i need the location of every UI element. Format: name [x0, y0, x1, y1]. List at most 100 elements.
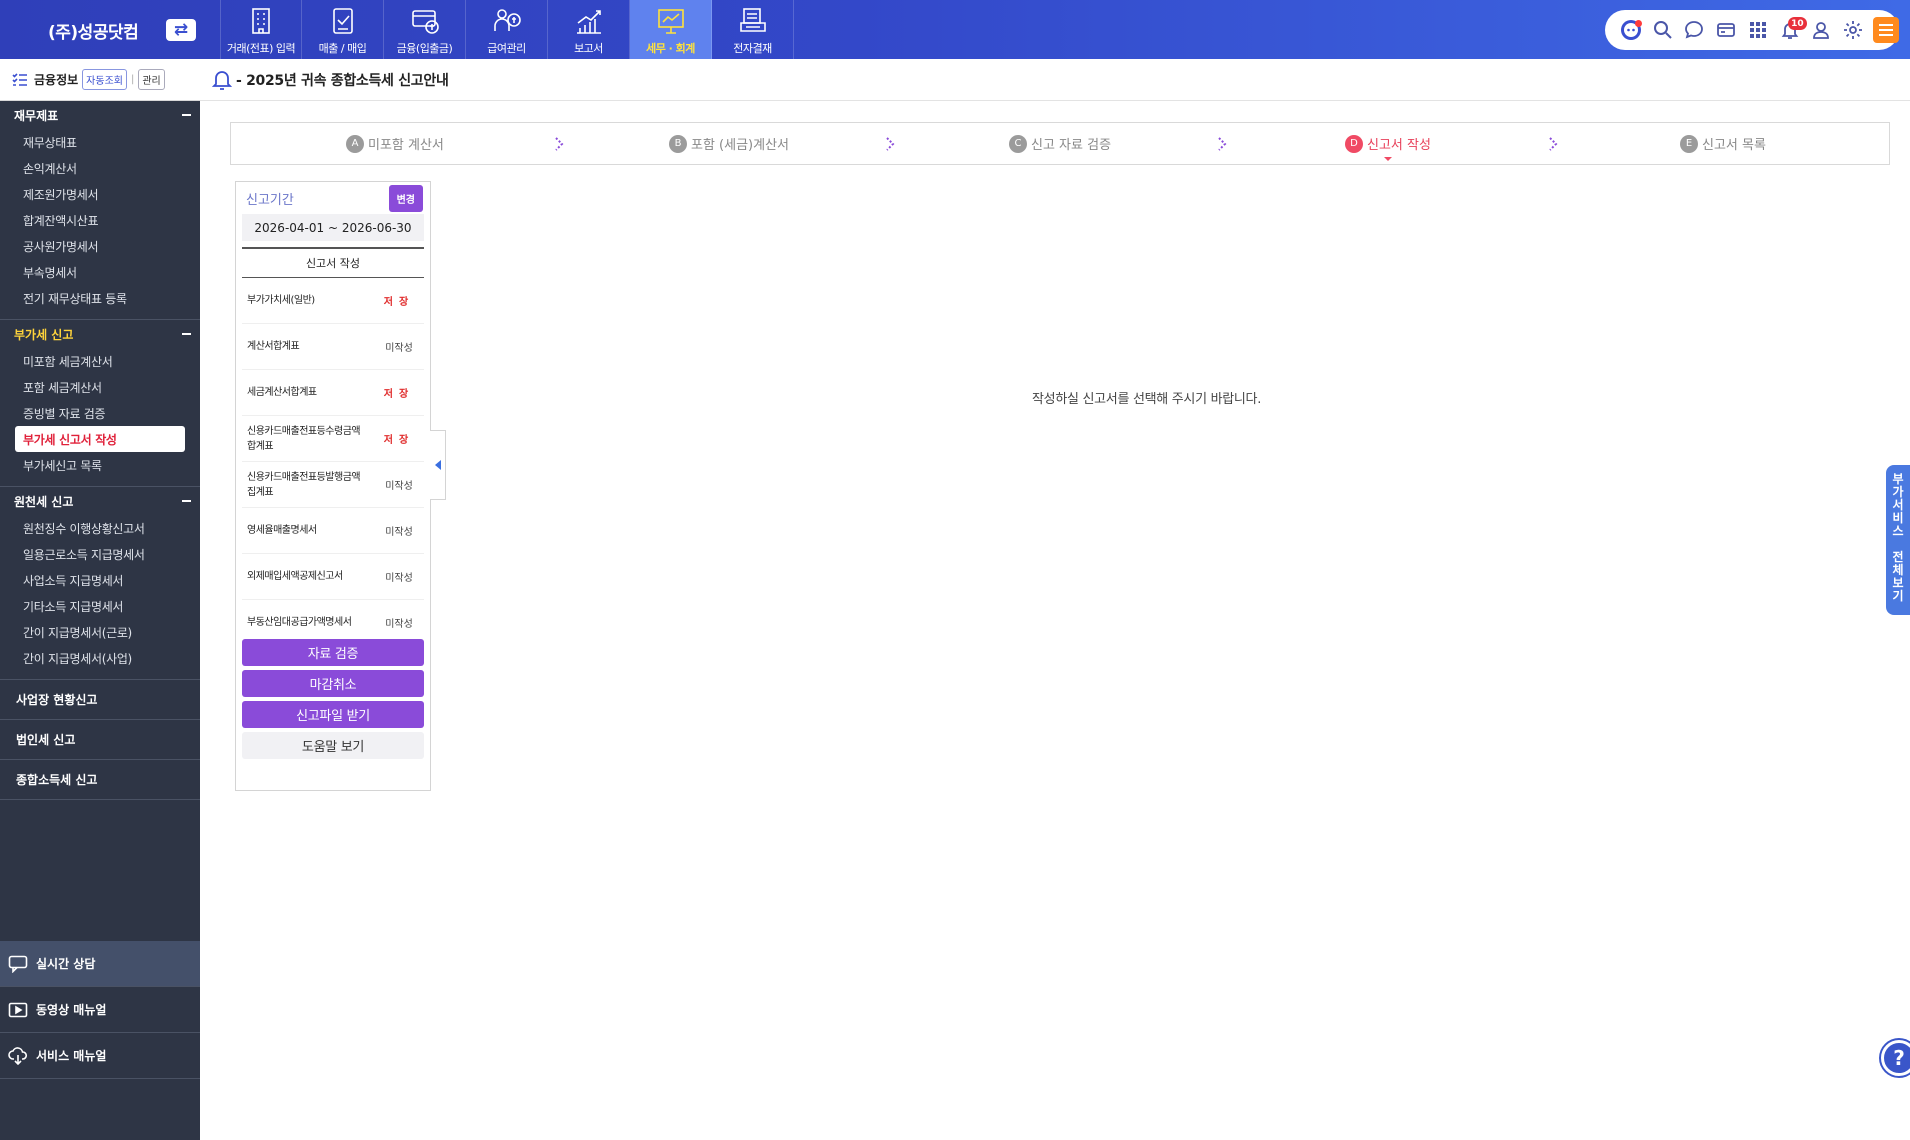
sidebar-item-income-statement[interactable]: 손익계산서: [0, 155, 200, 181]
search-button[interactable]: [1647, 14, 1679, 46]
list-item[interactable]: 부가가치세(일반) 저장: [242, 278, 424, 324]
nav-e-approval[interactable]: 전자결재: [712, 0, 794, 59]
sidebar-item-trial-balance[interactable]: 합계잔액시산표: [0, 207, 200, 233]
settings-button[interactable]: [1837, 14, 1869, 46]
list-item[interactable]: 세금계산서합계표 저장: [242, 370, 424, 416]
extra-services-label: 부가서비스 전체보기: [1892, 472, 1904, 603]
sidebar-item-balance-sheet[interactable]: 재무상태표: [0, 129, 200, 155]
bell-outline-icon: [212, 69, 232, 91]
section-header[interactable]: 재무제표: [0, 101, 200, 129]
nav-payroll[interactable]: 급여관리: [466, 0, 548, 59]
panel-collapse-toggle[interactable]: [430, 430, 446, 500]
payroll-icon: [491, 5, 523, 37]
extra-services-tab[interactable]: 부가서비스 전체보기: [1886, 465, 1910, 615]
sidebar-item-construction-cost[interactable]: 공사원가명세서: [0, 233, 200, 259]
step-a[interactable]: A 미포함 계산서: [346, 123, 444, 164]
sidebar-item-corporate-tax[interactable]: 법인세 신고: [0, 720, 200, 760]
sidebar: 금융정보 자동조회 | 관리 재무제표 재무상태표 손익계산서 제조원가명세서 …: [0, 59, 200, 1140]
section-header[interactable]: 부가세 신고: [0, 320, 200, 348]
top-bar: (주)성공닷컴 ⇄ 거래(전표) 입력 매출 / 매입 금융(입출금) 급여관리: [0, 0, 1910, 59]
sidebar-item-supplementary[interactable]: 부속명세서: [0, 259, 200, 285]
nav-tax-accounting[interactable]: 세무 · 회계: [630, 0, 712, 59]
auto-lookup-chip[interactable]: 자동조회: [82, 69, 127, 90]
download-report-file-button[interactable]: 신고파일 받기: [242, 701, 424, 728]
active-step-caret: [1383, 157, 1392, 161]
nav-reports[interactable]: 보고서: [548, 0, 630, 59]
company-name[interactable]: (주)성공닷컴: [48, 18, 139, 43]
sidebar-item-simple-labor[interactable]: 간이 지급명세서(근로): [0, 619, 200, 645]
sidebar-item-simple-business[interactable]: 간이 지급명세서(사업): [0, 645, 200, 671]
sidebar-item-withholding-status[interactable]: 원천징수 이행상황신고서: [0, 515, 200, 541]
search-icon: [1653, 20, 1673, 40]
change-period-button[interactable]: 변경: [388, 184, 423, 212]
chatbot-button[interactable]: [1615, 14, 1647, 46]
swap-icon: ⇄: [173, 19, 189, 40]
list-item[interactable]: 영세율매출명세서 미작성: [242, 508, 424, 554]
nav-label: 거래(전표) 입력: [226, 42, 296, 55]
sidebar-item-business-status-report[interactable]: 사업장 현황신고: [0, 680, 200, 720]
list-item[interactable]: 부동산임대공급가액명세서 미작성: [242, 600, 424, 635]
status-badge: 미작성: [385, 573, 413, 584]
status-badge: 미작성: [385, 527, 413, 538]
sidebar-bottom-links: 실시간 상담 동영상 매뉴얼 서비스 매뉴얼: [0, 941, 200, 1079]
service-manual-link[interactable]: 서비스 매뉴얼: [0, 1033, 200, 1079]
period-header: 신고기간 변경: [236, 182, 430, 214]
notification-button[interactable]: 10: [1774, 14, 1807, 46]
sidebar-item-manufacturing-cost[interactable]: 제조원가명세서: [0, 181, 200, 207]
sidebar-item-prior-balance-sheet[interactable]: 전기 재무상태표 등록: [0, 285, 200, 311]
nav-transaction-entry[interactable]: 거래(전표) 입력: [220, 0, 302, 59]
sidebar-item-income-tax[interactable]: 종합소득세 신고: [0, 760, 200, 800]
utility-bar: 10: [1605, 10, 1899, 50]
live-consult-link[interactable]: 실시간 상담: [0, 941, 200, 987]
hamburger-menu-button[interactable]: [1873, 17, 1899, 43]
period-range: 2026-04-01 ~ 2026-06-30: [242, 214, 424, 241]
step-c[interactable]: C 신고 자료 검증: [1009, 123, 1111, 164]
user-icon: [1811, 20, 1831, 40]
verify-data-button[interactable]: 자료 검증: [242, 639, 424, 666]
step-progress-bar: A 미포함 계산서 B 포함 (세금)계산서 C 신고 자료 검증 D 신고서 …: [230, 122, 1890, 165]
step-d[interactable]: D 신고서 작성: [1345, 123, 1431, 164]
apps-button[interactable]: [1742, 14, 1774, 46]
nav-finance[interactable]: 금융(입출금): [384, 0, 466, 59]
step-label: 신고서 작성: [1367, 138, 1431, 153]
sidebar-item-excluded-invoice[interactable]: 미포함 세금계산서: [0, 348, 200, 374]
nav-label: 보고서: [574, 42, 603, 55]
sidebar-item-evidence-verify[interactable]: 증빙별 자료 검증: [0, 400, 200, 426]
sidebar-item-vat-report-list[interactable]: 부가세신고 목록: [0, 452, 200, 478]
sidebar-item-business-income[interactable]: 사업소득 지급명세서: [0, 567, 200, 593]
step-label: 신고 자료 검증: [1031, 138, 1112, 153]
switch-company-button[interactable]: ⇄: [166, 19, 196, 41]
section-header[interactable]: 원천세 신고: [0, 487, 200, 515]
cloud-download-icon: [8, 1046, 36, 1065]
message-button[interactable]: [1679, 14, 1711, 46]
invoice-check-icon: [327, 5, 359, 37]
main-nav: 거래(전표) 입력 매출 / 매입 금융(입출금) 급여관리 보고서 세무 · …: [220, 0, 794, 59]
nav-label: 매출 / 매입: [318, 42, 367, 55]
cancel-closing-button[interactable]: 마감취소: [242, 670, 424, 697]
card-button[interactable]: [1710, 14, 1742, 46]
step-e[interactable]: E 신고서 목록: [1680, 123, 1766, 164]
page-title[interactable]: - 2025년 귀속 종합소득세 신고안내: [236, 70, 449, 90]
profile-button[interactable]: [1806, 14, 1838, 46]
sidebar-item-included-invoice[interactable]: 포함 세금계산서: [0, 374, 200, 400]
list-item[interactable]: 신용카드매출전표등발행금액집계표 미작성: [242, 462, 424, 508]
list-item[interactable]: 계산서합계표 미작성: [242, 324, 424, 370]
card-money-icon: [409, 5, 441, 37]
report-list[interactable]: 부가가치세(일반) 저장 계산서합계표 미작성 세금계산서합계표 저장 신용카드매출전…: [242, 278, 424, 635]
sidebar-item-vat-report-write[interactable]: 부가세 신고서 작성: [15, 426, 185, 452]
list-item[interactable]: 외제매입세액공제신고서 미작성: [242, 554, 424, 600]
video-manual-link[interactable]: 동영상 매뉴얼: [0, 987, 200, 1033]
nav-sales-purchase[interactable]: 매출 / 매입: [302, 0, 384, 59]
nav-label: 전자결재: [733, 42, 772, 55]
sidebar-item-daily-wage[interactable]: 일용근로소득 지급명세서: [0, 541, 200, 567]
sidebar-menu: 재무제표 재무상태표 손익계산서 제조원가명세서 합계잔액시산표 공사원가명세서…: [0, 101, 200, 800]
finance-info-label: 금융정보: [34, 73, 79, 87]
manage-chip[interactable]: 관리: [138, 69, 165, 90]
list-item[interactable]: 신용카드매출전표등수령금액합계표 저장: [242, 416, 424, 462]
help-question-button[interactable]: ?: [1881, 1040, 1910, 1076]
collapse-minus-icon: [182, 500, 191, 502]
sidebar-item-other-income[interactable]: 기타소득 지급명세서: [0, 593, 200, 619]
help-button[interactable]: 도움말 보기: [242, 732, 424, 759]
section-vat: 부가세 신고 미포함 세금계산서 포함 세금계산서 증빙별 자료 검증 부가세 …: [0, 320, 200, 487]
step-b[interactable]: B 포함 (세금)계산서: [669, 123, 789, 164]
